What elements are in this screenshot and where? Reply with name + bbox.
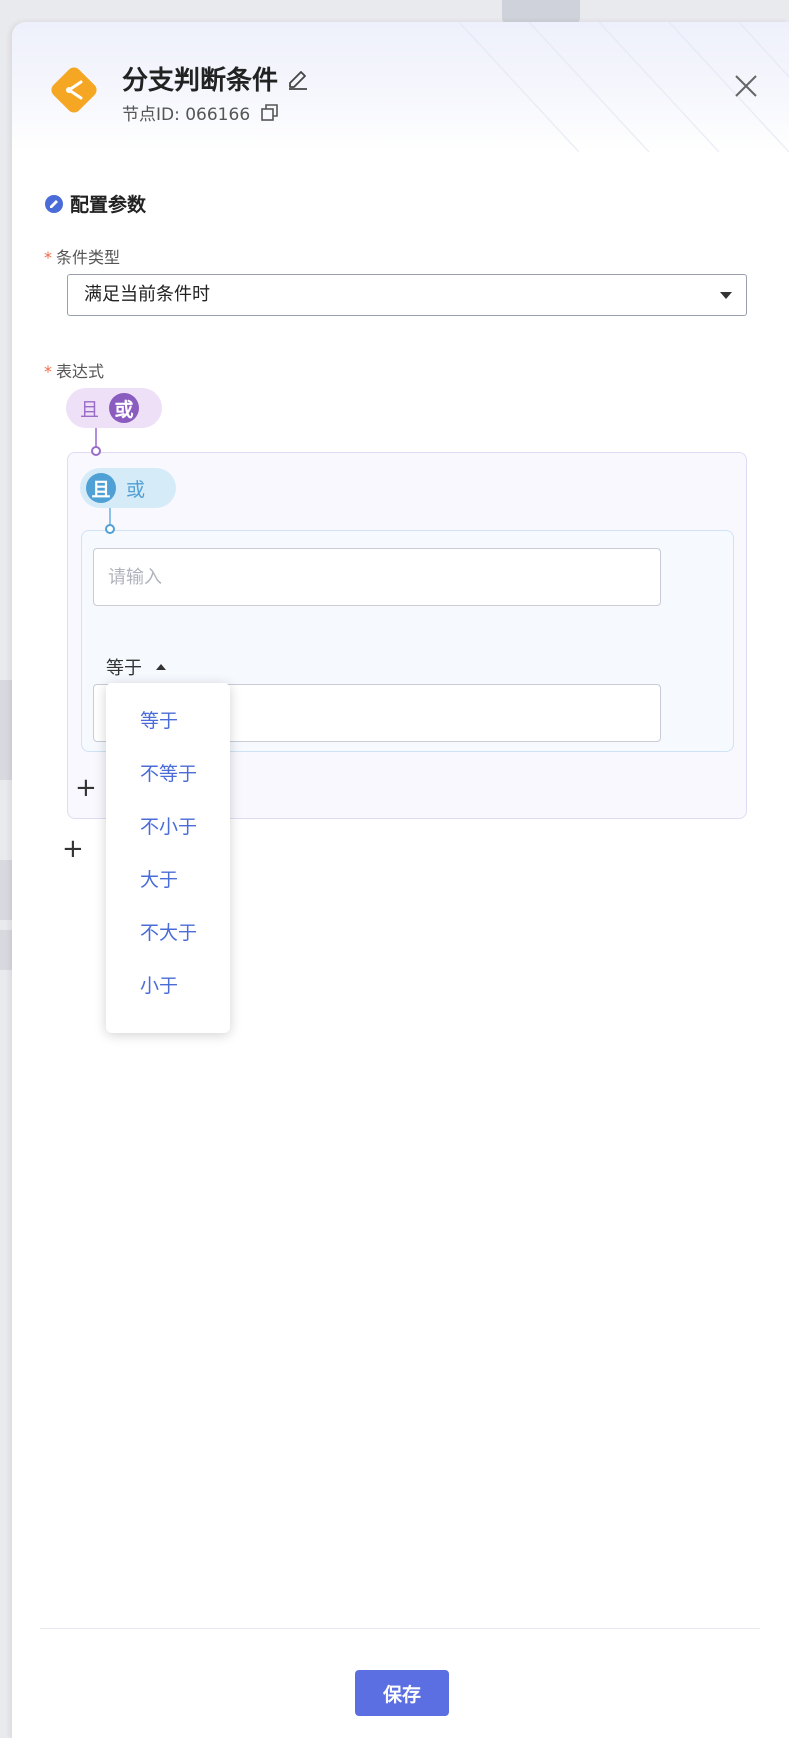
- operator-option-not-equal[interactable]: 不等于: [106, 748, 230, 801]
- dropdown-caret-icon: [720, 292, 732, 299]
- node-config-panel: 分支判断条件 节点ID: 066166 配置参数 * 条件类型 满足当前条件时 …: [12, 22, 789, 1738]
- logic-toggle-outer: 且 或: [66, 388, 162, 428]
- panel-title: 分支判断条件: [122, 60, 310, 97]
- operator-option-greater[interactable]: 大于: [106, 854, 230, 907]
- condition-type-value: 满足当前条件时: [84, 284, 210, 305]
- required-mark: *: [44, 248, 52, 267]
- caret-up-icon: [156, 664, 166, 670]
- section-heading: 配置参数: [44, 190, 146, 217]
- save-button[interactable]: 保存: [355, 1670, 449, 1716]
- required-mark: *: [44, 362, 52, 381]
- add-condition-button[interactable]: +: [75, 775, 105, 804]
- condition-type-select[interactable]: 满足当前条件时: [67, 274, 747, 316]
- footer-divider: [40, 1628, 760, 1629]
- plus-icon: +: [75, 773, 97, 803]
- branch-node-icon: [51, 67, 97, 113]
- condition-field-input[interactable]: [93, 548, 661, 606]
- or-option[interactable]: 或: [126, 475, 145, 502]
- node-id-row: 节点ID: 066166: [122, 100, 280, 125]
- close-icon[interactable]: [732, 72, 760, 100]
- condition-type-label-text: 条件类型: [56, 248, 121, 267]
- operator-dropdown-menu: 等于 不等于 不小于 大于 不大于 小于: [106, 683, 230, 1033]
- background-tab: [502, 0, 580, 24]
- panel-header: 分支判断条件 节点ID: 066166: [12, 22, 789, 152]
- connector-node: [91, 446, 101, 456]
- expression-label: * 表达式: [44, 358, 104, 382]
- and-option-active[interactable]: 且: [86, 473, 116, 503]
- or-option-active[interactable]: 或: [109, 393, 140, 423]
- expression-label-text: 表达式: [56, 362, 105, 381]
- plus-icon: +: [62, 834, 84, 864]
- edit-pencil-icon[interactable]: [286, 67, 310, 91]
- operator-select[interactable]: 等于: [106, 654, 166, 680]
- node-title-text: 分支判断条件: [122, 66, 279, 96]
- and-option[interactable]: 且: [80, 395, 99, 422]
- copy-icon[interactable]: [260, 103, 280, 123]
- add-group-button[interactable]: +: [62, 836, 92, 865]
- operator-value: 等于: [106, 658, 142, 679]
- operator-option-not-less[interactable]: 不小于: [106, 801, 230, 854]
- node-id-text: 节点ID: 066166: [122, 105, 251, 125]
- operator-option-not-greater[interactable]: 不大于: [106, 907, 230, 960]
- condition-type-label: * 条件类型: [44, 244, 120, 268]
- logic-toggle-inner: 且 或: [80, 468, 176, 508]
- connector-node: [105, 524, 115, 534]
- operator-option-equal[interactable]: 等于: [106, 695, 230, 748]
- edit-circle-icon: [45, 194, 63, 213]
- section-title-text: 配置参数: [70, 194, 147, 216]
- operator-option-less[interactable]: 小于: [106, 960, 230, 1013]
